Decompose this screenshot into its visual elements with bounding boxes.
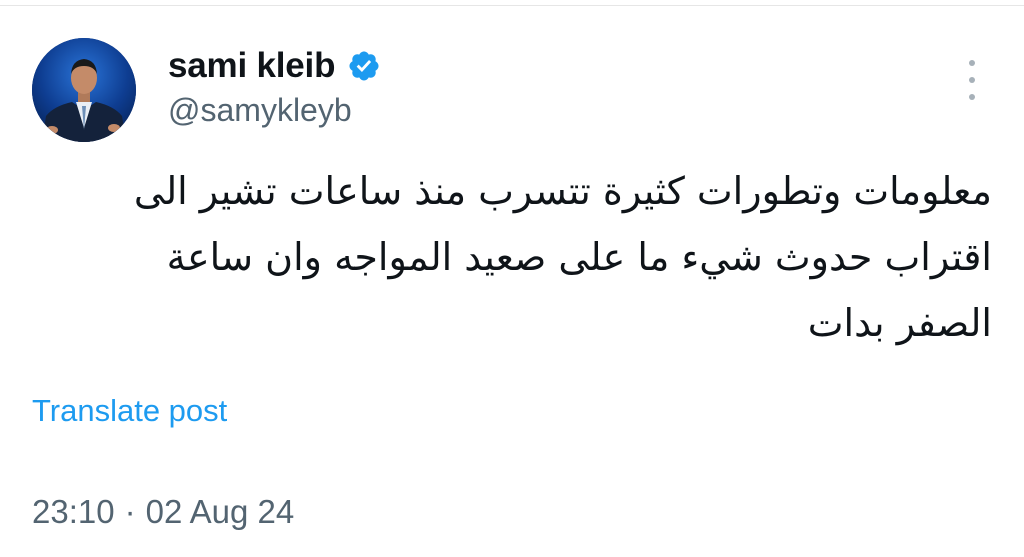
tweet-timestamp[interactable]: 23:10 · 02 Aug 24 <box>32 493 294 531</box>
more-icon-dot <box>969 60 975 66</box>
translate-post-link[interactable]: Translate post <box>32 393 227 429</box>
timestamp-separator: · <box>124 493 136 530</box>
author-handle[interactable]: @samykleyb <box>168 92 352 129</box>
more-options-button[interactable] <box>958 60 986 100</box>
author-avatar[interactable] <box>32 38 136 142</box>
more-icon-dot <box>969 77 975 83</box>
tweet-time: 23:10 <box>32 493 115 530</box>
tweet-text: معلومات وتطورات كثيرة تتسرب منذ ساعات تش… <box>133 169 992 345</box>
author-name-row: sami kleib <box>168 44 381 88</box>
more-icon-dot <box>969 94 975 100</box>
tweet-date: 02 Aug 24 <box>145 493 295 530</box>
top-divider <box>0 0 1024 6</box>
avatar-photo-icon <box>32 38 136 142</box>
verified-badge-icon[interactable] <box>347 49 381 83</box>
author-display-name[interactable]: sami kleib <box>168 46 335 86</box>
